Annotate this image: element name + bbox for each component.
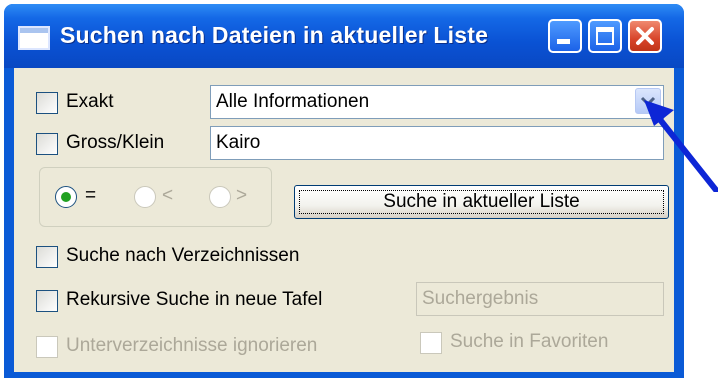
radio-equal[interactable] [55, 186, 77, 208]
minimize-button[interactable] [548, 19, 582, 53]
maximize-button[interactable] [588, 19, 622, 53]
recursive-checkbox[interactable] [36, 290, 58, 312]
scope-select[interactable]: Alle Informationen [210, 85, 664, 119]
radio-selected-dot [61, 192, 71, 202]
minimize-icon [557, 39, 570, 44]
dialog-body: Exakt Gross/Klein Alle Informationen Kai… [14, 68, 674, 372]
radio-equal-label: = [85, 185, 97, 206]
radio-greater[interactable] [209, 186, 231, 208]
favorites-checkbox[interactable] [420, 332, 442, 354]
gross-klein-label: Gross/Klein [66, 132, 165, 153]
close-button[interactable] [628, 19, 662, 53]
ignore-subdirs-checkbox[interactable] [36, 336, 58, 358]
radio-less-label: < [162, 185, 174, 206]
dialog-window: Suchen nach Dateien in aktueller Liste E… [4, 4, 684, 378]
search-input-value: Kairo [216, 132, 261, 153]
dir-search-label: Suche nach Verzeichnissen [66, 245, 300, 266]
close-icon [636, 27, 654, 45]
radio-less[interactable] [134, 186, 156, 208]
result-name-field[interactable]: Suchergebnis [416, 282, 664, 316]
search-in-list-button-label: Suche in aktueller Liste [383, 191, 580, 212]
maximize-icon [596, 27, 614, 45]
dir-search-checkbox[interactable] [36, 246, 58, 268]
result-name-value: Suchergebnis [422, 288, 539, 309]
scope-select-value: Alle Informationen [216, 91, 370, 112]
search-input[interactable]: Kairo [210, 126, 664, 160]
recursive-label: Rekursive Suche in neue Tafel [66, 289, 323, 310]
window-app-icon [18, 26, 50, 50]
exakt-label: Exakt [66, 91, 114, 112]
pointer-arrow-icon [644, 100, 718, 192]
exakt-checkbox[interactable] [36, 92, 58, 114]
ignore-subdirs-label: Unterverzeichnisse ignorieren [66, 335, 318, 356]
window-title: Suchen nach Dateien in aktueller Liste [60, 22, 489, 48]
radio-greater-label: > [236, 185, 248, 206]
search-in-list-button[interactable]: Suche in aktueller Liste [294, 185, 669, 219]
favorites-label: Suche in Favoriten [450, 331, 609, 352]
title-bar[interactable]: Suchen nach Dateien in aktueller Liste [4, 4, 684, 68]
gross-klein-checkbox[interactable] [36, 133, 58, 155]
